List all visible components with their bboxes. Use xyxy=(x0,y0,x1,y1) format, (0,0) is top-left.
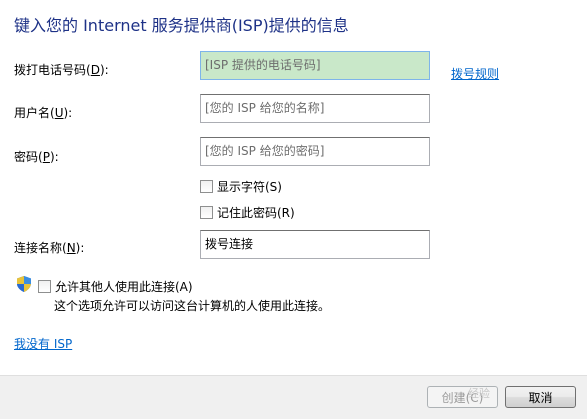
cancel-button[interactable]: 取消 xyxy=(505,386,576,408)
password-input[interactable]: [您的 ISP 给您的密码] xyxy=(200,137,430,166)
show-characters-label: 显示字符(S) xyxy=(217,180,282,194)
create-button[interactable]: 创建(C) xyxy=(427,386,498,408)
allow-others-option[interactable]: 允许其他人使用此连接(A) xyxy=(38,278,193,295)
no-isp-link[interactable]: 我没有 ISP xyxy=(14,335,72,352)
username-input[interactable]: [您的 ISP 给您的名称] xyxy=(200,94,430,123)
remember-password-option[interactable]: 记住此密码(R) xyxy=(200,204,295,221)
allow-others-label: 允许其他人使用此连接(A) xyxy=(55,280,193,294)
remember-password-checkbox[interactable] xyxy=(200,206,213,219)
connection-name-label: 连接名称(N): xyxy=(14,241,85,255)
dialing-rules-link[interactable]: 拨号规则 xyxy=(451,65,499,82)
phone-label: 拨打电话号码(D): xyxy=(14,63,109,77)
show-characters-checkbox[interactable] xyxy=(200,180,213,193)
show-characters-option[interactable]: 显示字符(S) xyxy=(200,178,282,195)
remember-password-label: 记住此密码(R) xyxy=(217,206,295,220)
connection-name-input[interactable]: 拨号连接 xyxy=(200,230,430,259)
uac-shield-icon xyxy=(17,276,31,295)
username-label: 用户名(U): xyxy=(14,106,73,120)
phone-number-input[interactable]: [ISP 提供的电话号码] xyxy=(200,51,430,80)
button-bar: 创建(C) 取消 xyxy=(0,375,587,419)
password-label: 密码(P): xyxy=(14,150,59,164)
page-title: 键入您的 Internet 服务提供商(ISP)提供的信息 xyxy=(14,16,349,35)
allow-others-checkbox[interactable] xyxy=(38,280,51,293)
allow-others-description: 这个选项允许可以访问这台计算机的人使用此连接。 xyxy=(54,299,331,313)
